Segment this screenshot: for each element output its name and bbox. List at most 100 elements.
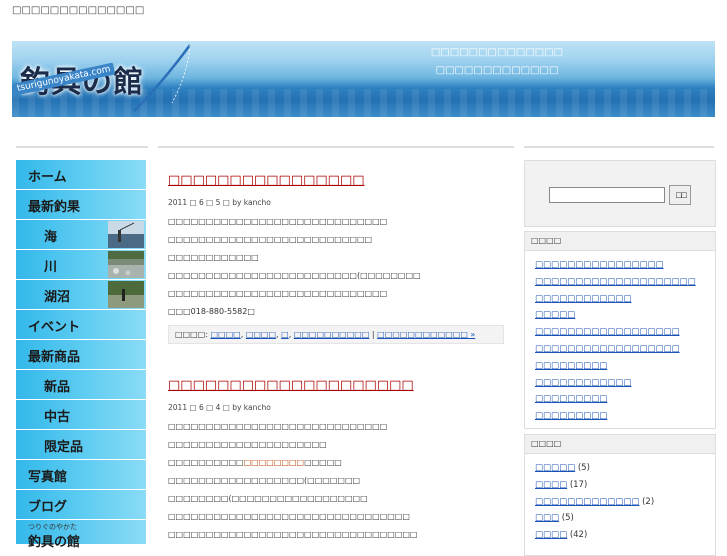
tag-link[interactable]: □□□□ (210, 330, 240, 339)
list-item: □□□□□□□□□□□□□□□□□□ (535, 341, 715, 358)
category-link[interactable]: □□□□□ (535, 463, 575, 473)
recent-posts-list: □□□□□□□□□□□□□□□□ □□□□□□□□□□□□□□□□□□□□ □□… (525, 251, 715, 425)
post-line: □□□□□□□□□□□□□□□□□□□□□ (168, 440, 327, 449)
list-item: □□□□□□□□□ (535, 391, 715, 408)
post-title-link[interactable]: □□□□□□□□□□□□□□□□ (168, 173, 508, 188)
nav-label: ブログ (28, 500, 68, 515)
post-line: □□□□□□□□□□□□□□□□□□(□□□□□□□ (168, 476, 361, 485)
category-count: (17) (569, 479, 588, 490)
recent-post-link[interactable]: □□□□□□□□□ (535, 411, 607, 421)
post-line: □□□□□□□□□□□□□□□□□□□□□□□ (168, 454, 508, 472)
category-link[interactable]: □□□□ (535, 530, 567, 540)
tag-link[interactable]: □ (281, 330, 289, 339)
list-item: □□□□□□□□□ (535, 408, 715, 425)
header-banner[interactable]: 釣具の館 □□□□□□□□□□□□□□ □□□□□□□□□□□□□ (12, 41, 715, 117)
category-link[interactable]: □□□□ (535, 480, 567, 490)
list-item: □□□□□□□□□□□□□□□□□□□□ (535, 274, 715, 291)
nav-item-river[interactable]: 川 (16, 250, 146, 280)
list-item: □□□□ (17) (535, 477, 715, 494)
divider-left (16, 146, 148, 148)
recent-post-link[interactable]: □□□□□□□□□□□□□□□□□□ (535, 344, 680, 354)
recent-post-link[interactable]: □□□□□□□□□□□□ (535, 378, 631, 388)
recent-post-link[interactable]: □□□□□□□□□□□□□□□□ (535, 260, 664, 270)
blog-post: □□□□□□□□□□□□□□□□□□□□ 2011 □ 6 □ 4 □ by k… (168, 378, 508, 544)
tag-link[interactable]: □□□□□□□□□□ (294, 330, 370, 339)
nav-item-sea[interactable]: 海 (16, 220, 146, 250)
banner-message-1: □□□□□□□□□□□□□□ (430, 47, 564, 58)
nav-item-home[interactable]: ホーム (16, 160, 146, 190)
post-line: □□□□□□□□□□□□□□□□□□□□□□□□□□□□□ (168, 217, 388, 226)
recent-post-link[interactable]: □□□□□ (535, 310, 575, 320)
category-link[interactable]: □□□ (535, 513, 559, 523)
widget-title: □□□□ (525, 232, 715, 251)
list-item: □□□□□ (535, 307, 715, 324)
post-body: □□□□□□□□□□□□□□□□□□□□□□□□□□□□□ □□□□□□□□□□… (168, 213, 508, 321)
nav-item-photo-gallery[interactable]: 写真館 (16, 460, 146, 490)
list-item: □□□□□ (5) (535, 460, 715, 477)
list-item: □□□□□□□□□□□□□□□□ (535, 257, 715, 274)
category-count: (42) (569, 530, 588, 541)
post-line: □□□□□□□□□□□□ (168, 253, 259, 262)
divider-right (524, 146, 714, 148)
list-item: □□□□□□□□□□□□□□□□□□ (535, 324, 715, 341)
nav-label: 湖沼 (44, 290, 71, 305)
sidebar-nav: ホーム 最新釣果 海 川 湖沼 イベント 最新商品 新品 中古 限定品 写真館 … (16, 160, 146, 550)
nav-label: 限定品 (44, 440, 84, 455)
search-button[interactable]: □□ (669, 185, 691, 205)
post-tags-box: □□□□: □□□□, □□□□, □, □□□□□□□□□□ | □□□□□□… (168, 325, 504, 344)
nav-footer-title: 釣具の館 (28, 535, 81, 550)
recent-post-link[interactable]: □□□□□□□□□□□□ (535, 294, 631, 304)
nav-item-limited[interactable]: 限定品 (16, 430, 146, 460)
category-link[interactable]: □□□□□□□□□□□□□ (535, 497, 639, 507)
widget-title: □□□□ (525, 435, 715, 454)
categories-widget: □□□□ □□□□□ (5) □□□□ (17) □□□□□□□□□□□□□ (… (524, 434, 716, 556)
nav-item-new-products[interactable]: 最新商品 (16, 340, 146, 370)
categories-list: □□□□□ (5) □□□□ (17) □□□□□□□□□□□□□ (2) □□… (525, 454, 715, 544)
nav-label: 写真館 (28, 470, 68, 485)
nav-item-used[interactable]: 中古 (16, 400, 146, 430)
recent-post-link[interactable]: □□□□□□□□□ (535, 394, 607, 404)
nav-label: 川 (44, 260, 58, 275)
banner-message-2: □□□□□□□□□□□□□ (435, 65, 559, 76)
post-line: □□□□□□□□□□□□□□□□□□□□□□□□□□□□□ (168, 422, 388, 431)
sea-photo-thumbnail (108, 221, 144, 248)
recent-post-link[interactable]: □□□□□□□□□□□□□□□□□□ (535, 327, 680, 337)
post-text: □□□□□□□□□□ (168, 458, 244, 467)
post-line: □□□□□□□□□□□□□□□□□□□□□□□□□□□□□ (168, 289, 388, 298)
category-count: (5) (561, 513, 574, 524)
post-body: □□□□□□□□□□□□□□□□□□□□□□□□□□□□□ □□□□□□□□□□… (168, 418, 508, 544)
lake-photo-thumbnail (108, 281, 144, 308)
category-count: (2) (642, 496, 655, 507)
tags-label: □□□□: (175, 330, 208, 339)
post-line: □□□□□□□□□□□□□□□□□□□□□□□□□□□□□□□□□ (168, 530, 418, 539)
list-item: □□□□□□□□□□□□ (535, 375, 715, 392)
nav-label: 最新商品 (28, 350, 81, 365)
nav-item-lake[interactable]: 湖沼 (16, 280, 146, 310)
divider-main (158, 146, 514, 148)
nav-item-events[interactable]: イベント (16, 310, 146, 340)
nav-item-new[interactable]: 新品 (16, 370, 146, 400)
nav-item-blog[interactable]: ブログ (16, 490, 146, 520)
nav-item-latest-catch[interactable]: 最新釣果 (16, 190, 146, 220)
post-text: □□□□□ (304, 458, 342, 467)
post-line: □□□□□□□□□□□□□□□□□□□□□□□□□□□□□□□□ (168, 512, 410, 521)
recent-post-link[interactable]: □□□□□□□□□□□□□□□□□□□□ (535, 277, 696, 287)
list-item: □□□□□□□□□□□□□ (2) (535, 494, 715, 511)
list-item: □□□□ (42) (535, 527, 715, 544)
post-meta: 2011 □ 6 □ 5 □ by kancho (168, 198, 271, 207)
nav-label: ホーム (28, 170, 67, 185)
recent-posts-widget: □□□□ □□□□□□□□□□□□□□□□ □□□□□□□□□□□□□□□□□□… (524, 231, 716, 429)
comments-link[interactable]: □□□□□□□□□□□□ » (377, 330, 475, 339)
blog-post: □□□□□□□□□□□□□□□□ 2011 □ 6 □ 5 □ by kanch… (168, 173, 508, 344)
category-count: (5) (577, 463, 590, 473)
list-item: □□□□□□□□□□□□ (535, 291, 715, 308)
recent-post-link[interactable]: □□□□□□□□□ (535, 361, 607, 371)
post-line: □□□018-880-5582□ (168, 307, 255, 316)
nav-label: 新品 (44, 380, 71, 395)
post-title-link[interactable]: □□□□□□□□□□□□□□□□□□□□ (168, 378, 508, 393)
list-item: □□□□□□□□□ (535, 358, 715, 375)
post-meta: 2011 □ 6 □ 4 □ by kancho (168, 403, 271, 412)
nav-label: 最新釣果 (28, 200, 81, 215)
search-input[interactable] (549, 187, 665, 203)
tag-link[interactable]: □□□□ (246, 330, 276, 339)
